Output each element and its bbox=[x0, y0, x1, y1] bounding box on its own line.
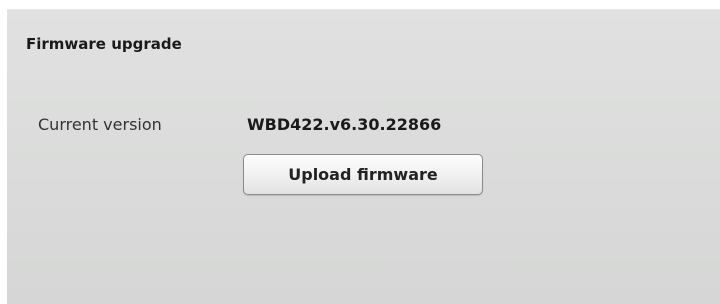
current-version-value: WBD422.v6.30.22866 bbox=[247, 115, 442, 134]
upload-firmware-button[interactable]: Upload firmware bbox=[243, 154, 483, 195]
current-version-label: Current version bbox=[38, 115, 162, 134]
section-title: Firmware upgrade bbox=[26, 35, 182, 53]
